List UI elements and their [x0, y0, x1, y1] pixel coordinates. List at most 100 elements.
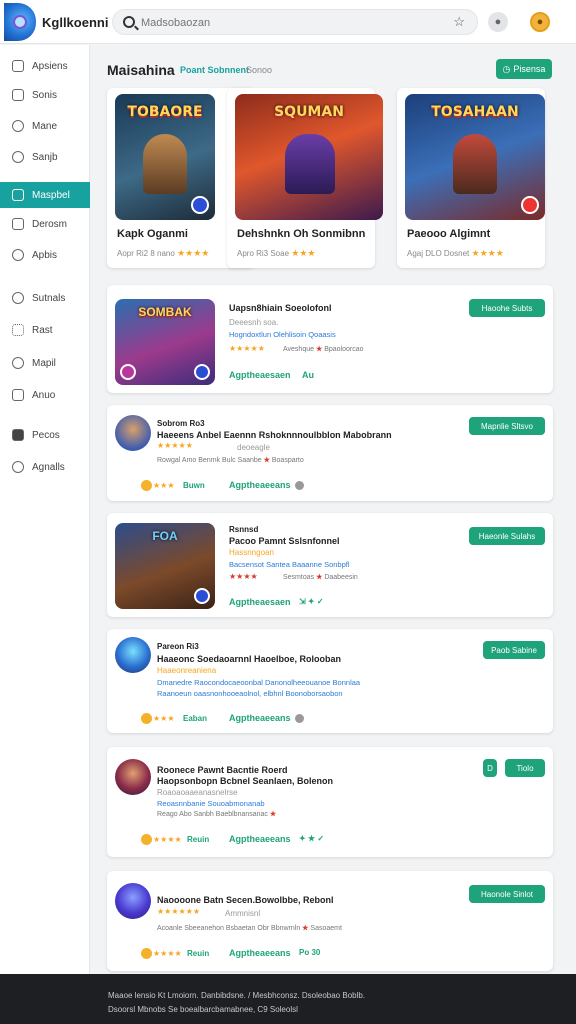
tab-active[interactable]: Poant Sobnnent [180, 65, 249, 75]
character-art [285, 134, 335, 194]
clock-icon [12, 151, 24, 163]
details-button[interactable]: Haonole Sinlot [469, 885, 545, 903]
game-subtitle: Hassnngoan [229, 548, 274, 557]
folder-icon [12, 218, 24, 230]
game-list-item-3[interactable]: FOA Rsnnsd Pacoo Pamnt Sslsnfonnel Hassn… [107, 513, 553, 617]
game-thumbnail[interactable]: SQUMAN [235, 94, 383, 220]
details-button[interactable]: Haeonle Sulahs [469, 527, 545, 545]
rating-stars: ★★★★★★ [157, 907, 201, 916]
game-avatar[interactable] [115, 637, 151, 673]
search-icon [123, 16, 135, 28]
info-icon[interactable] [295, 714, 304, 723]
small-toggle-button[interactable]: D [483, 759, 497, 777]
footer-line-1: Maaoe lensio Kt Lmoiorn. Danbibdsne. / M… [108, 991, 366, 1000]
details-button[interactable]: Haoohe Subts [469, 299, 545, 317]
game-avatar[interactable] [115, 759, 151, 795]
gauge-icon [12, 249, 24, 261]
game-list-item-5[interactable]: Roonece Pawnt Bacntie Roerd Haopsonbopn … [107, 747, 553, 857]
details-button[interactable]: Tiolo [505, 759, 545, 777]
featured-card-2[interactable]: SQUMAN Dehshnkn Oh Sonmibnn Apro Ri3 Soa… [227, 88, 383, 268]
sidebar-item-13[interactable]: Agnalls [0, 454, 90, 480]
notification-icon[interactable]: ● [488, 12, 508, 32]
secondary-link[interactable]: Po 30 [299, 948, 320, 957]
sidebar-item-7[interactable]: Apbis [0, 242, 90, 268]
sidebar-item-12[interactable]: Pecos [0, 422, 90, 448]
rating-label: Eaban [183, 714, 208, 723]
sidebar-item-2[interactable]: Sonis [0, 82, 90, 108]
tab-other[interactable]: Sonoo [246, 65, 272, 75]
game-title: Dehshnkn Oh Sonmibnn [237, 228, 366, 240]
compass-icon [12, 120, 24, 132]
featured-card-3[interactable]: TOSAHAAN Paeooo Algimnt Agaj DLO Dosnet … [397, 88, 545, 268]
bookmark-star-icon[interactable]: ☆ [453, 14, 465, 30]
game-thumbnail[interactable]: FOA [115, 523, 215, 609]
sidebar-item-5[interactable]: Maspbel [0, 182, 90, 208]
sidebar-item-11[interactable]: Anuo [0, 382, 90, 408]
search-small-icon [12, 357, 24, 369]
share-icon[interactable]: ✦ ★ ✓ [299, 834, 324, 843]
platform-badge-icon [120, 364, 136, 380]
coin-icon [141, 948, 152, 959]
app-status-link[interactable]: Agptheaesaen [229, 597, 291, 607]
character-art [143, 134, 187, 194]
platform-badge-icon [194, 364, 210, 380]
rating-label: Reuin [187, 835, 210, 844]
game-thumbnail[interactable]: TOBAORE [115, 94, 215, 220]
footer-line-2: Dsoorsl Mbnobs Se boealbarcbamabnee, C9 … [108, 1005, 298, 1014]
game-subtitle: Roaoaoaaeanasnelrse [157, 788, 238, 797]
game-meta: Acoanle Sbeeanehon Bsbaetan Obr Bbnwrnln… [157, 925, 342, 932]
coin-icon [141, 834, 152, 845]
game-description: Bacsensot Santea Baaanne Sonbpfl [229, 560, 350, 569]
app-status-link[interactable]: Agptheaeeans [229, 948, 291, 958]
primary-action-button[interactable]: ◷ Pisensa [496, 59, 552, 79]
search-input[interactable] [141, 14, 441, 31]
app-logo[interactable] [4, 3, 36, 41]
user-avatar[interactable]: ● [530, 12, 550, 32]
sidebar-item-1[interactable]: Apsiens [0, 53, 90, 79]
game-meta: Aveshque ★ Bpaoloorcao [283, 346, 364, 353]
game-description-2: Raanoeun oaasnonhooeaolnol, elbhnl Boono… [157, 689, 343, 698]
game-title: Naoooone Batn Secen.Bowolbbe, Rebonl [157, 895, 334, 905]
secondary-link[interactable]: Au [302, 370, 314, 380]
app-status-link[interactable]: Agptheaeeans [229, 834, 291, 844]
game-list-item-1[interactable]: SOMBAK Uapsn8hiain Soeolofonl Deeesnh so… [107, 285, 553, 393]
app-status-link[interactable]: Agptheaeeans [229, 713, 291, 723]
share-icon[interactable]: ⇲ ✦ ✓ [299, 597, 324, 606]
details-button[interactable]: Mapnlie Sltsvo [469, 417, 545, 435]
game-subtitle: Deeesnh soa. [229, 318, 279, 327]
game-avatar[interactable] [115, 883, 151, 919]
home-icon [12, 60, 24, 72]
game-list-item-6[interactable]: Naoooone Batn Secen.Bowolbbe, Rebonl ★★★… [107, 871, 553, 971]
search-bar[interactable]: ☆ [112, 9, 478, 35]
game-list-item-2[interactable]: Sobrom Ro3 Haeeens Anbel Eaennn Rshoknnn… [107, 405, 553, 501]
character-art [453, 134, 497, 194]
sidebar-item-10[interactable]: Mapil [0, 350, 90, 376]
game-title: Sobrom Ro3 [157, 419, 205, 428]
sidebar-item-6[interactable]: Derosm [0, 211, 90, 237]
page-title: Maisahina [107, 62, 175, 78]
clock-small-icon: ◷ [502, 63, 511, 74]
game-headline: Pacoo Pamnt Sslsnfonnel [229, 536, 340, 546]
game-list-item-4[interactable]: Pareon Ri3 Haaeonc Soedaoarnnl Haoelboe,… [107, 629, 553, 733]
game-title: Kapk Oganmi [117, 228, 188, 240]
game-thumbnail[interactable]: TOSAHAAN [405, 94, 545, 220]
rating-stars: ★★★★★ [157, 441, 193, 450]
top-bar: Kgllkoenni ☆ ● ● [0, 0, 576, 44]
details-button[interactable]: Paob Sabine [483, 641, 545, 659]
info-icon[interactable] [295, 481, 304, 490]
app-status-link[interactable]: Agptheaesaen [229, 370, 291, 380]
sidebar-item-4[interactable]: Sanjb [0, 144, 90, 170]
sidebar-item-3[interactable]: Mane [0, 113, 90, 139]
rating-stars: ★★★★★ [229, 344, 265, 353]
sidebar-item-9[interactable]: Rast [0, 317, 90, 343]
main-content: Maisahina Poant Sobnnent Sonoo ◷ Pisensa … [90, 45, 576, 974]
rating-label: Reuin [187, 949, 210, 958]
game-avatar[interactable] [115, 415, 151, 451]
app-status-link[interactable]: Agptheaeeans [229, 480, 291, 490]
rating-stars: ★★★★ [229, 572, 258, 581]
game-thumbnail[interactable]: SOMBAK [115, 299, 215, 385]
game-subtitle: Ammnisnl [225, 909, 261, 918]
rating-label: Buwn [183, 481, 205, 490]
sidebar-item-8[interactable]: Sutnals [0, 285, 90, 311]
game-description: Hogndoxtlun Olehlisoin Qoaasis [229, 330, 336, 339]
